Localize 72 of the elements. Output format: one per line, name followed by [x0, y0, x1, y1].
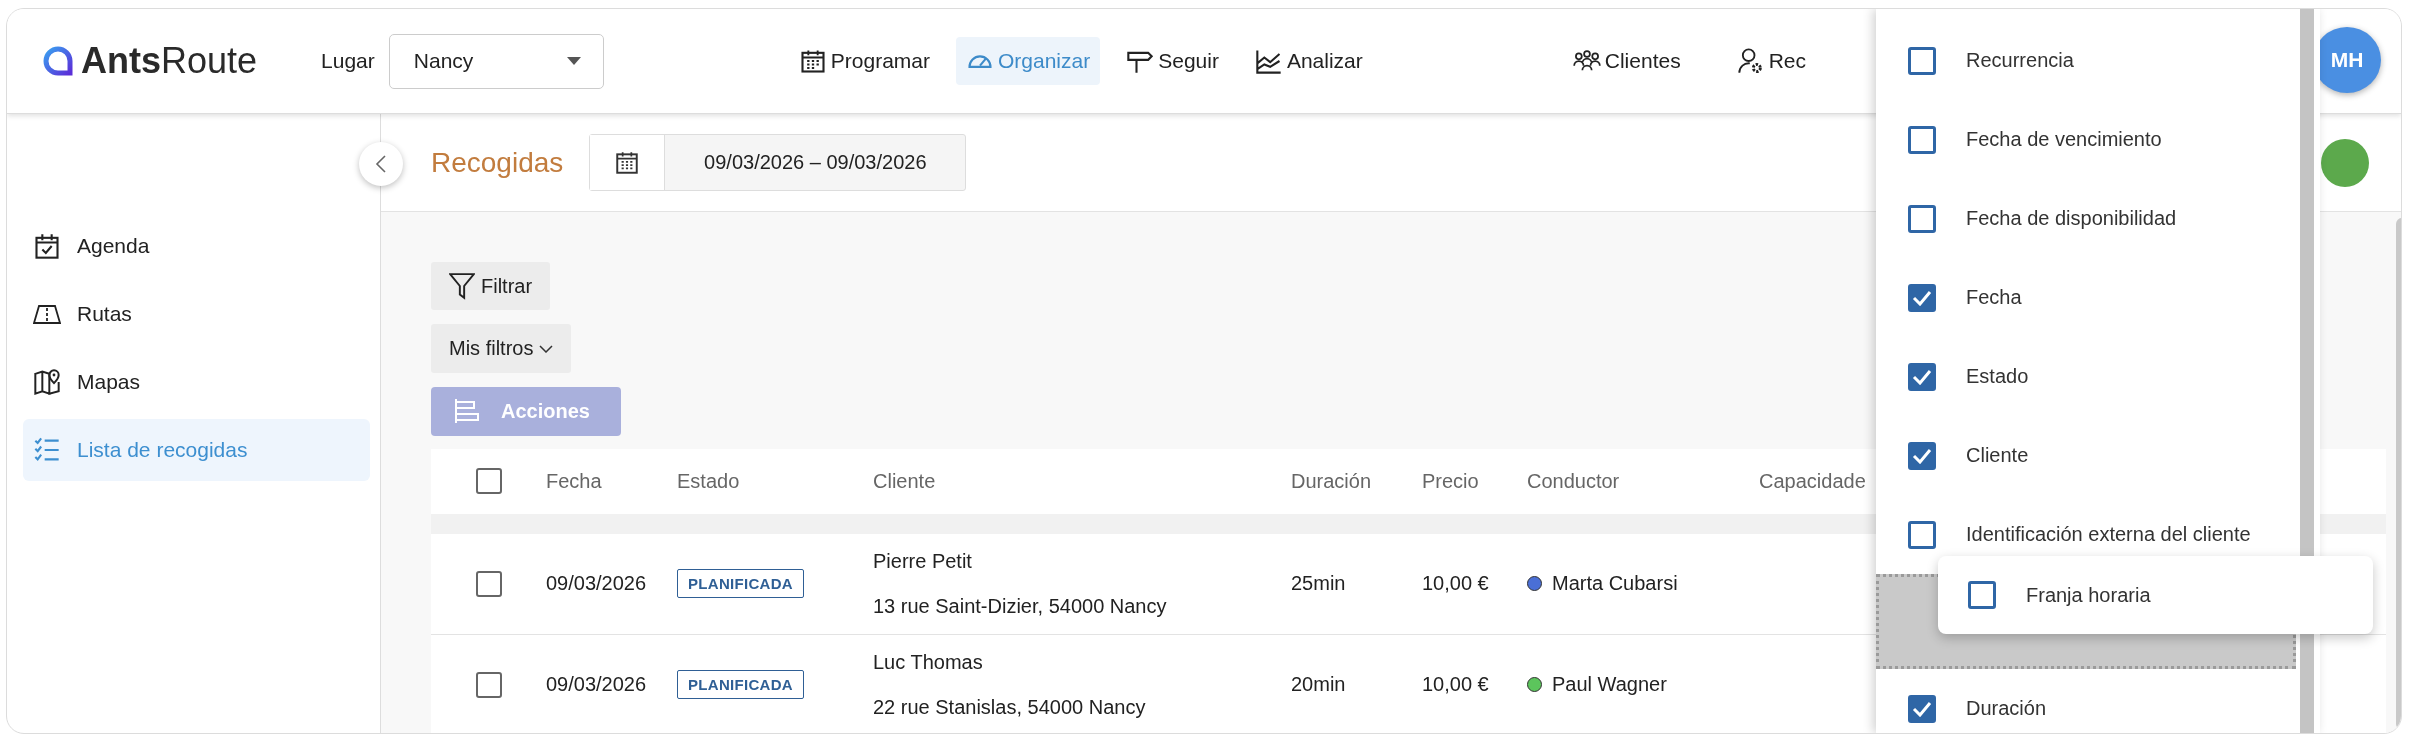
- date-range-picker[interactable]: 09/03/2026 – 09/03/2026: [589, 134, 967, 191]
- column-header[interactable]: Estado: [677, 470, 873, 493]
- my-filters-dropdown[interactable]: Mis filtros: [431, 324, 572, 373]
- checkbox[interactable]: [1908, 125, 1936, 154]
- place-label: Lugar: [321, 49, 375, 73]
- table-cell: 09/03/2026: [546, 673, 647, 697]
- table-cell: 10,00 €: [1422, 572, 1489, 596]
- column-option[interactable]: Fecha de disponibilidad: [1876, 179, 2300, 258]
- sidebar-item[interactable]: Agenda: [23, 212, 370, 280]
- check-icon: [1912, 700, 1932, 717]
- check-icon: [1912, 447, 1932, 464]
- column-option[interactable]: Estado: [1876, 337, 2300, 416]
- checkbox[interactable]: [1908, 694, 1936, 723]
- align-icon: [453, 397, 479, 426]
- status-badge: PLANIFICADA: [677, 670, 804, 700]
- date-range-text: 09/03/2026 – 09/03/2026: [703, 150, 928, 175]
- calendar-icon: [614, 149, 641, 176]
- page-title: Recogidas: [431, 146, 564, 179]
- check-icon: [1912, 368, 1932, 385]
- driver-name: Marta Cubarsi: [1552, 572, 1678, 596]
- checkbox[interactable]: [1908, 283, 1936, 312]
- caret-icon: [566, 57, 581, 65]
- logo: AntsRoute: [43, 40, 258, 82]
- client-name: Pierre Petit: [873, 550, 972, 573]
- checkbox[interactable]: [1908, 46, 1936, 75]
- checkbox[interactable]: [1908, 204, 1936, 233]
- filter-button[interactable]: Filtrar: [431, 262, 551, 311]
- logo-icon: [43, 46, 73, 76]
- row-checkbox[interactable]: [475, 672, 502, 698]
- chevron-left-icon: [375, 154, 387, 174]
- dragged-option-menu[interactable]: Franja horaria: [1938, 556, 2373, 634]
- column-option[interactable]: Cliente: [1876, 416, 2300, 495]
- status-badge: PLANIFICADA: [677, 569, 804, 599]
- sidebar-item[interactable]: Mapas: [23, 348, 370, 416]
- table-cell: 25min: [1291, 572, 1346, 596]
- sidebar-item[interactable]: Rutas: [23, 280, 370, 348]
- column-header[interactable]: Conductor: [1527, 470, 1759, 493]
- user-gear-icon: [1736, 47, 1765, 75]
- select-all-checkbox[interactable]: [475, 468, 502, 495]
- column-header[interactable]: Fecha: [546, 470, 677, 493]
- calendar-check-icon: [33, 232, 61, 260]
- client-address: 22 rue Stanislas, 54000 Nancy: [873, 696, 1146, 719]
- row-checkbox[interactable]: [475, 571, 502, 597]
- check-icon: [1912, 289, 1932, 306]
- checkbox[interactable]: [1908, 441, 1936, 470]
- checkbox[interactable]: [1908, 520, 1936, 549]
- column-option[interactable]: Duración: [1876, 669, 2300, 733]
- column-option[interactable]: Recurrencia: [1876, 21, 2300, 100]
- column-option[interactable]: Fecha de vencimiento: [1876, 100, 2300, 179]
- column-header[interactable]: Duración: [1291, 470, 1422, 493]
- checkbox[interactable]: [1968, 581, 1996, 609]
- status-circle-icon: [2321, 139, 2369, 187]
- driver-name: Paul Wagner: [1552, 673, 1667, 697]
- table-cell: 20min: [1291, 673, 1346, 697]
- checklist-icon: [33, 436, 61, 464]
- nav-tab[interactable]: Analizar: [1244, 37, 1373, 85]
- map-pin-icon: [33, 368, 61, 396]
- table-cell: 09/03/2026: [546, 572, 647, 596]
- nav-tab[interactable]: Rec: [1726, 37, 1816, 85]
- funnel-icon: [449, 272, 475, 301]
- column-header[interactable]: Precio: [1422, 470, 1527, 493]
- checkbox[interactable]: [1908, 362, 1936, 391]
- client-name: Luc Thomas: [873, 651, 983, 674]
- column-option[interactable]: Fecha: [1876, 258, 2300, 337]
- client-address: 13 rue Saint-Dizier, 54000 Nancy: [873, 595, 1167, 618]
- nav-tab[interactable]: Programar: [788, 37, 940, 85]
- column-header[interactable]: Cliente: [873, 470, 1291, 493]
- nav-tab[interactable]: Clientes: [1562, 37, 1691, 85]
- chevron-down-icon: [539, 344, 554, 353]
- nav-tab[interactable]: Seguir: [1116, 37, 1229, 85]
- table-cell: 10,00 €: [1422, 673, 1489, 697]
- place-select[interactable]: Nancy: [388, 33, 604, 89]
